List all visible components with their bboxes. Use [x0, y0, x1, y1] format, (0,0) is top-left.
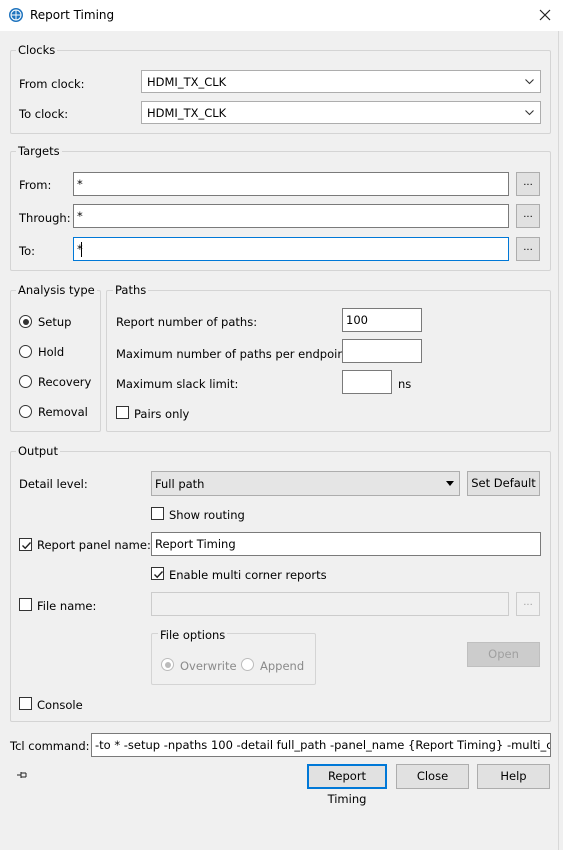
window-title: Report Timing [30, 8, 115, 22]
console-label: Console [37, 698, 83, 712]
recovery-label: Recovery [38, 375, 92, 389]
tcl-command-label: Tcl command: [10, 739, 90, 753]
targets-from-value: * [77, 177, 83, 191]
append-label: Append [260, 659, 305, 673]
hold-radio[interactable] [19, 345, 32, 358]
max-per-endpoint-input[interactable] [342, 339, 422, 363]
multi-corner-checkbox[interactable] [151, 567, 164, 580]
max-per-endpoint-label: Maximum number of paths per endpoint: [116, 347, 354, 361]
paths-legend: Paths [113, 283, 149, 297]
pairs-only-label: Pairs only [134, 407, 190, 421]
to-clock-value: HDMI_TX_CLK [147, 106, 227, 120]
open-button[interactable]: Open [467, 642, 540, 667]
help-button[interactable]: Help [477, 764, 550, 789]
window-edge [558, 31, 563, 850]
from-clock-label: From clock: [19, 77, 85, 91]
removal-radio[interactable] [19, 405, 32, 418]
checkmark-icon [154, 571, 164, 579]
report-panel-checkbox[interactable] [19, 538, 32, 551]
append-radio[interactable] [241, 658, 254, 671]
detail-level-value: Full path [155, 477, 205, 491]
file-options-legend: File options [158, 628, 228, 642]
max-slack-label: Maximum slack limit: [116, 377, 239, 391]
overwrite-label: Overwrite [180, 659, 237, 673]
file-name-browse-button[interactable]: ... [516, 592, 540, 616]
output-legend: Output [16, 444, 60, 458]
targets-to-input[interactable]: * [73, 237, 509, 261]
targets-legend: Targets [16, 144, 62, 158]
to-clock-label: To clock: [19, 107, 69, 121]
analysis-type-legend: Analysis type [16, 283, 97, 297]
console-checkbox[interactable] [19, 697, 32, 710]
targets-through-value: * [77, 209, 83, 223]
report-timing-button[interactable]: Report Timing [307, 764, 387, 806]
dropdown-arrow-icon [446, 481, 454, 486]
set-default-button[interactable]: Set Default [467, 471, 540, 496]
max-slack-unit: ns [398, 377, 412, 391]
file-name-checkbox[interactable] [19, 598, 32, 611]
globe-app-icon [8, 7, 24, 23]
removal-label: Removal [38, 405, 88, 419]
file-name-input[interactable] [151, 592, 509, 616]
clocks-legend: Clocks [16, 43, 58, 57]
overwrite-radio[interactable] [161, 658, 174, 671]
hold-label: Hold [38, 345, 65, 359]
targets-from-label: From: [19, 178, 52, 192]
show-routing-checkbox[interactable] [151, 507, 164, 520]
chevron-down-icon [525, 106, 534, 116]
from-clock-value: HDMI_TX_CLK [147, 75, 227, 89]
report-number-label: Report number of paths: [116, 315, 258, 329]
targets-to-browse-button[interactable]: ... [516, 237, 540, 261]
targets-through-input[interactable]: * [73, 204, 509, 228]
close-icon[interactable] [530, 2, 560, 28]
targets-through-label: Through: [19, 211, 71, 225]
report-panel-label: Report panel name: [37, 538, 151, 552]
text-caret [81, 242, 82, 257]
targets-from-input[interactable]: * [73, 172, 509, 196]
setup-radio[interactable] [19, 315, 32, 328]
checkmark-icon [22, 542, 32, 550]
detail-level-label: Detail level: [19, 477, 88, 491]
chevron-down-icon [525, 75, 534, 85]
multi-corner-label: Enable multi corner reports [169, 568, 327, 582]
targets-from-browse-button[interactable]: ... [516, 172, 540, 196]
report-number-value: 100 [346, 313, 368, 327]
detail-level-select[interactable]: Full path [151, 471, 460, 496]
pin-icon[interactable] [16, 769, 28, 781]
targets-to-label: To: [19, 244, 35, 258]
setup-label: Setup [38, 315, 72, 329]
report-panel-input[interactable]: Report Timing [151, 532, 541, 556]
show-routing-label: Show routing [169, 508, 245, 522]
targets-through-browse-button[interactable]: ... [516, 204, 540, 228]
to-clock-select[interactable]: HDMI_TX_CLK [141, 101, 541, 124]
tcl-command-input[interactable]: -to * -setup -npaths 100 -detail full_pa… [91, 733, 551, 757]
report-panel-value: Report Timing [155, 537, 236, 551]
from-clock-select[interactable]: HDMI_TX_CLK [141, 70, 541, 93]
tcl-command-value: -to * -setup -npaths 100 -detail full_pa… [95, 738, 551, 752]
pairs-only-checkbox[interactable] [116, 406, 129, 419]
file-name-label: File name: [37, 599, 97, 613]
max-slack-input[interactable] [342, 370, 392, 394]
report-number-input[interactable]: 100 [342, 308, 422, 332]
recovery-radio[interactable] [19, 375, 32, 388]
close-button[interactable]: Close [396, 764, 469, 789]
